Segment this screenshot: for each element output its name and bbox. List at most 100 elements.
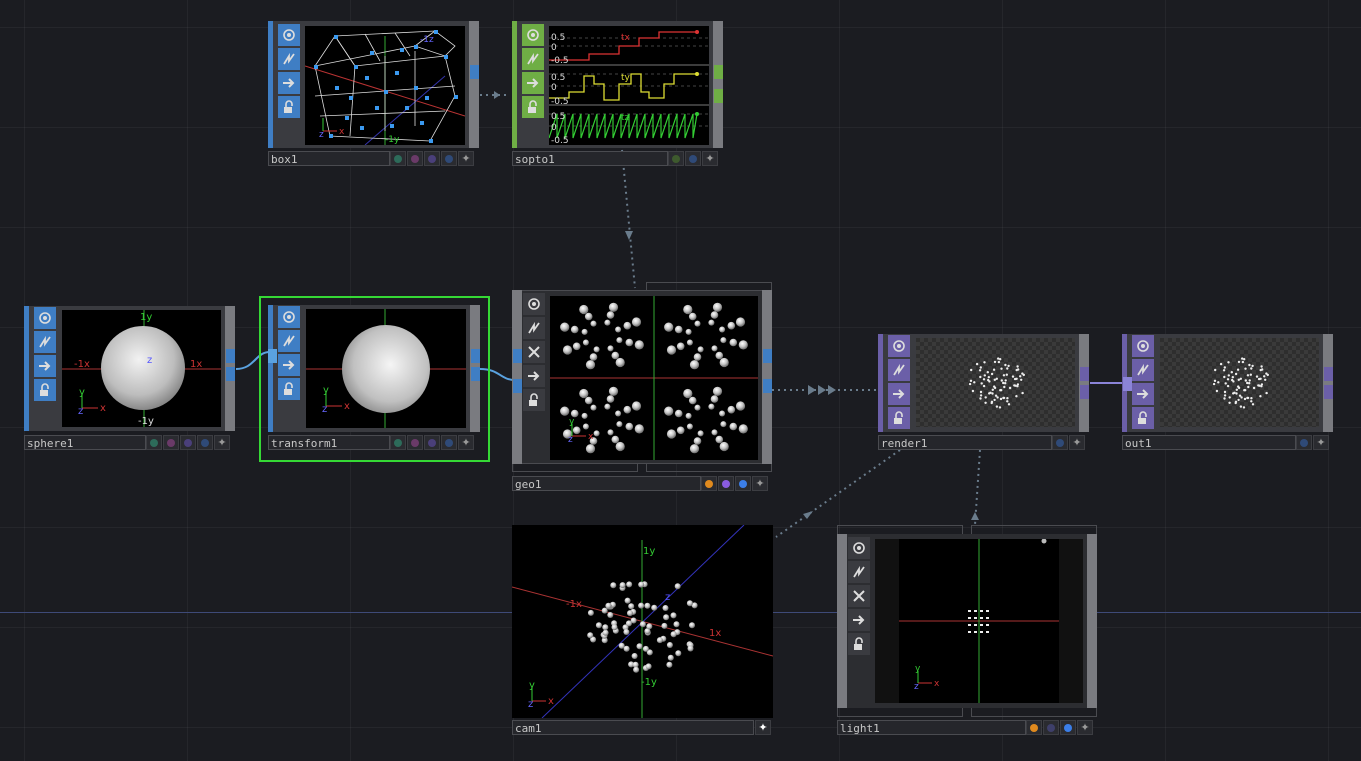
bypass-icon[interactable] [888,359,910,381]
output-connector[interactable] [1080,367,1089,381]
bypass-icon[interactable] [522,48,544,70]
plus-icon[interactable]: ✦ [1069,435,1085,450]
plus-icon[interactable]: ✦ [1077,720,1093,735]
lock-icon[interactable] [278,378,300,400]
flag-button[interactable] [407,151,423,166]
node-sphere1[interactable]: 1y -1y -1x 1x z x y z sphere1 ✦ [24,306,237,456]
plus-icon[interactable]: ✦ [702,151,718,166]
output-connector[interactable] [471,349,480,363]
viewer-icon[interactable] [522,24,544,46]
display-icon[interactable] [278,72,300,94]
output-connector[interactable] [714,65,723,79]
flag-button[interactable] [701,476,717,491]
node-name[interactable]: cam1 [512,720,754,735]
output-connector[interactable] [763,379,772,393]
output-connector[interactable] [714,89,723,103]
display-icon[interactable] [523,365,545,387]
flag-button[interactable] [1060,720,1076,735]
node-name[interactable]: out1 [1122,435,1296,450]
geo1-viewer[interactable]: x y z [550,296,758,460]
display-icon[interactable] [1132,383,1154,405]
node-light1[interactable]: x y z light1 ✦ [837,525,1099,738]
input-connector[interactable] [268,349,277,363]
bypass-icon[interactable] [523,317,545,339]
display-icon[interactable] [34,355,56,377]
disable-icon[interactable] [523,341,545,363]
flag-button[interactable] [407,435,423,450]
flag-button[interactable] [424,151,440,166]
flag-button[interactable] [390,435,406,450]
node-box1[interactable]: -1z -1y x z box1 ✦ [268,21,481,171]
viewer-icon[interactable] [34,307,56,329]
bypass-icon[interactable] [1132,359,1154,381]
display-icon[interactable] [848,609,870,631]
output-connector[interactable] [763,349,772,363]
flag-button[interactable] [1043,720,1059,735]
lock-icon[interactable] [848,633,870,655]
node-out1[interactable]: out1 ✦ [1122,334,1335,454]
disable-icon[interactable] [848,585,870,607]
lock-icon[interactable] [1132,407,1154,429]
bypass-icon[interactable] [278,330,300,352]
display-icon[interactable] [522,72,544,94]
viewer-icon[interactable] [523,293,545,315]
lock-icon[interactable] [888,407,910,429]
lock-icon[interactable] [523,389,545,411]
plus-icon[interactable]: ✦ [458,151,474,166]
bypass-icon[interactable] [848,561,870,583]
flag-button[interactable] [424,435,440,450]
node-name[interactable]: box1 [268,151,390,166]
flag-button[interactable] [441,435,457,450]
cam1-viewer[interactable]: 1y -1y -1x 1x z x y z [512,525,773,718]
output-connector[interactable] [226,367,235,381]
display-icon[interactable] [888,383,910,405]
flag-button[interactable] [163,435,179,450]
viewer-icon[interactable] [1132,335,1154,357]
plus-icon[interactable]: ✦ [755,720,771,735]
out1-viewer[interactable] [1160,338,1319,427]
output-connector[interactable] [1324,385,1333,399]
output-connector[interactable] [1080,385,1089,399]
plus-icon[interactable]: ✦ [1313,435,1329,450]
flag-button[interactable] [197,435,213,450]
flag-button[interactable] [668,151,684,166]
flag-button[interactable] [718,476,734,491]
node-name[interactable]: sphere1 [24,435,146,450]
flag-button[interactable] [180,435,196,450]
flag-button[interactable] [735,476,751,491]
flag-button[interactable] [1296,435,1312,450]
flag-button[interactable] [685,151,701,166]
render1-viewer[interactable] [916,338,1075,427]
light1-viewer[interactable]: x y z [875,539,1083,703]
flag-button[interactable] [390,151,406,166]
node-geo1[interactable]: x y z geo1 ✦ [512,282,774,494]
flag-button[interactable] [1026,720,1042,735]
sopto1-viewer[interactable]: 0.5 0 -0.5 tx 0.5 0 -0.5 ty 0.5 0 -0.5 t… [549,26,709,145]
output-connector[interactable] [471,367,480,381]
node-name[interactable]: sopto1 [512,151,668,166]
output-connector[interactable] [226,349,235,363]
node-sopto1[interactable]: 0.5 0 -0.5 tx 0.5 0 -0.5 ty 0.5 0 -0.5 t… [512,21,725,171]
output-connector[interactable] [470,65,479,79]
node-name[interactable]: render1 [878,435,1052,450]
box1-viewer[interactable]: -1z -1y x z [305,26,465,145]
node-name[interactable]: light1 [837,720,1026,735]
lock-icon[interactable] [522,96,544,118]
bypass-icon[interactable] [278,48,300,70]
flag-button[interactable] [1052,435,1068,450]
bypass-icon[interactable] [34,331,56,353]
node-render1[interactable]: render1 ✦ [878,334,1091,454]
node-name[interactable]: transform1 [268,435,390,450]
viewer-icon[interactable] [848,537,870,559]
viewer-icon[interactable] [278,306,300,328]
node-cam1[interactable]: 1y -1y -1x 1x z x y z cam1 ✦ [512,525,774,738]
plus-icon[interactable]: ✦ [214,435,230,450]
sphere1-viewer[interactable]: 1y -1y -1x 1x z x y z [62,310,221,427]
input-connector[interactable] [513,349,522,363]
node-transform1[interactable]: x y z transform1 ✦ [259,296,490,462]
lock-icon[interactable] [278,96,300,118]
flag-button[interactable] [441,151,457,166]
display-icon[interactable] [278,354,300,376]
flag-button[interactable] [146,435,162,450]
input-connector[interactable] [1123,377,1132,391]
